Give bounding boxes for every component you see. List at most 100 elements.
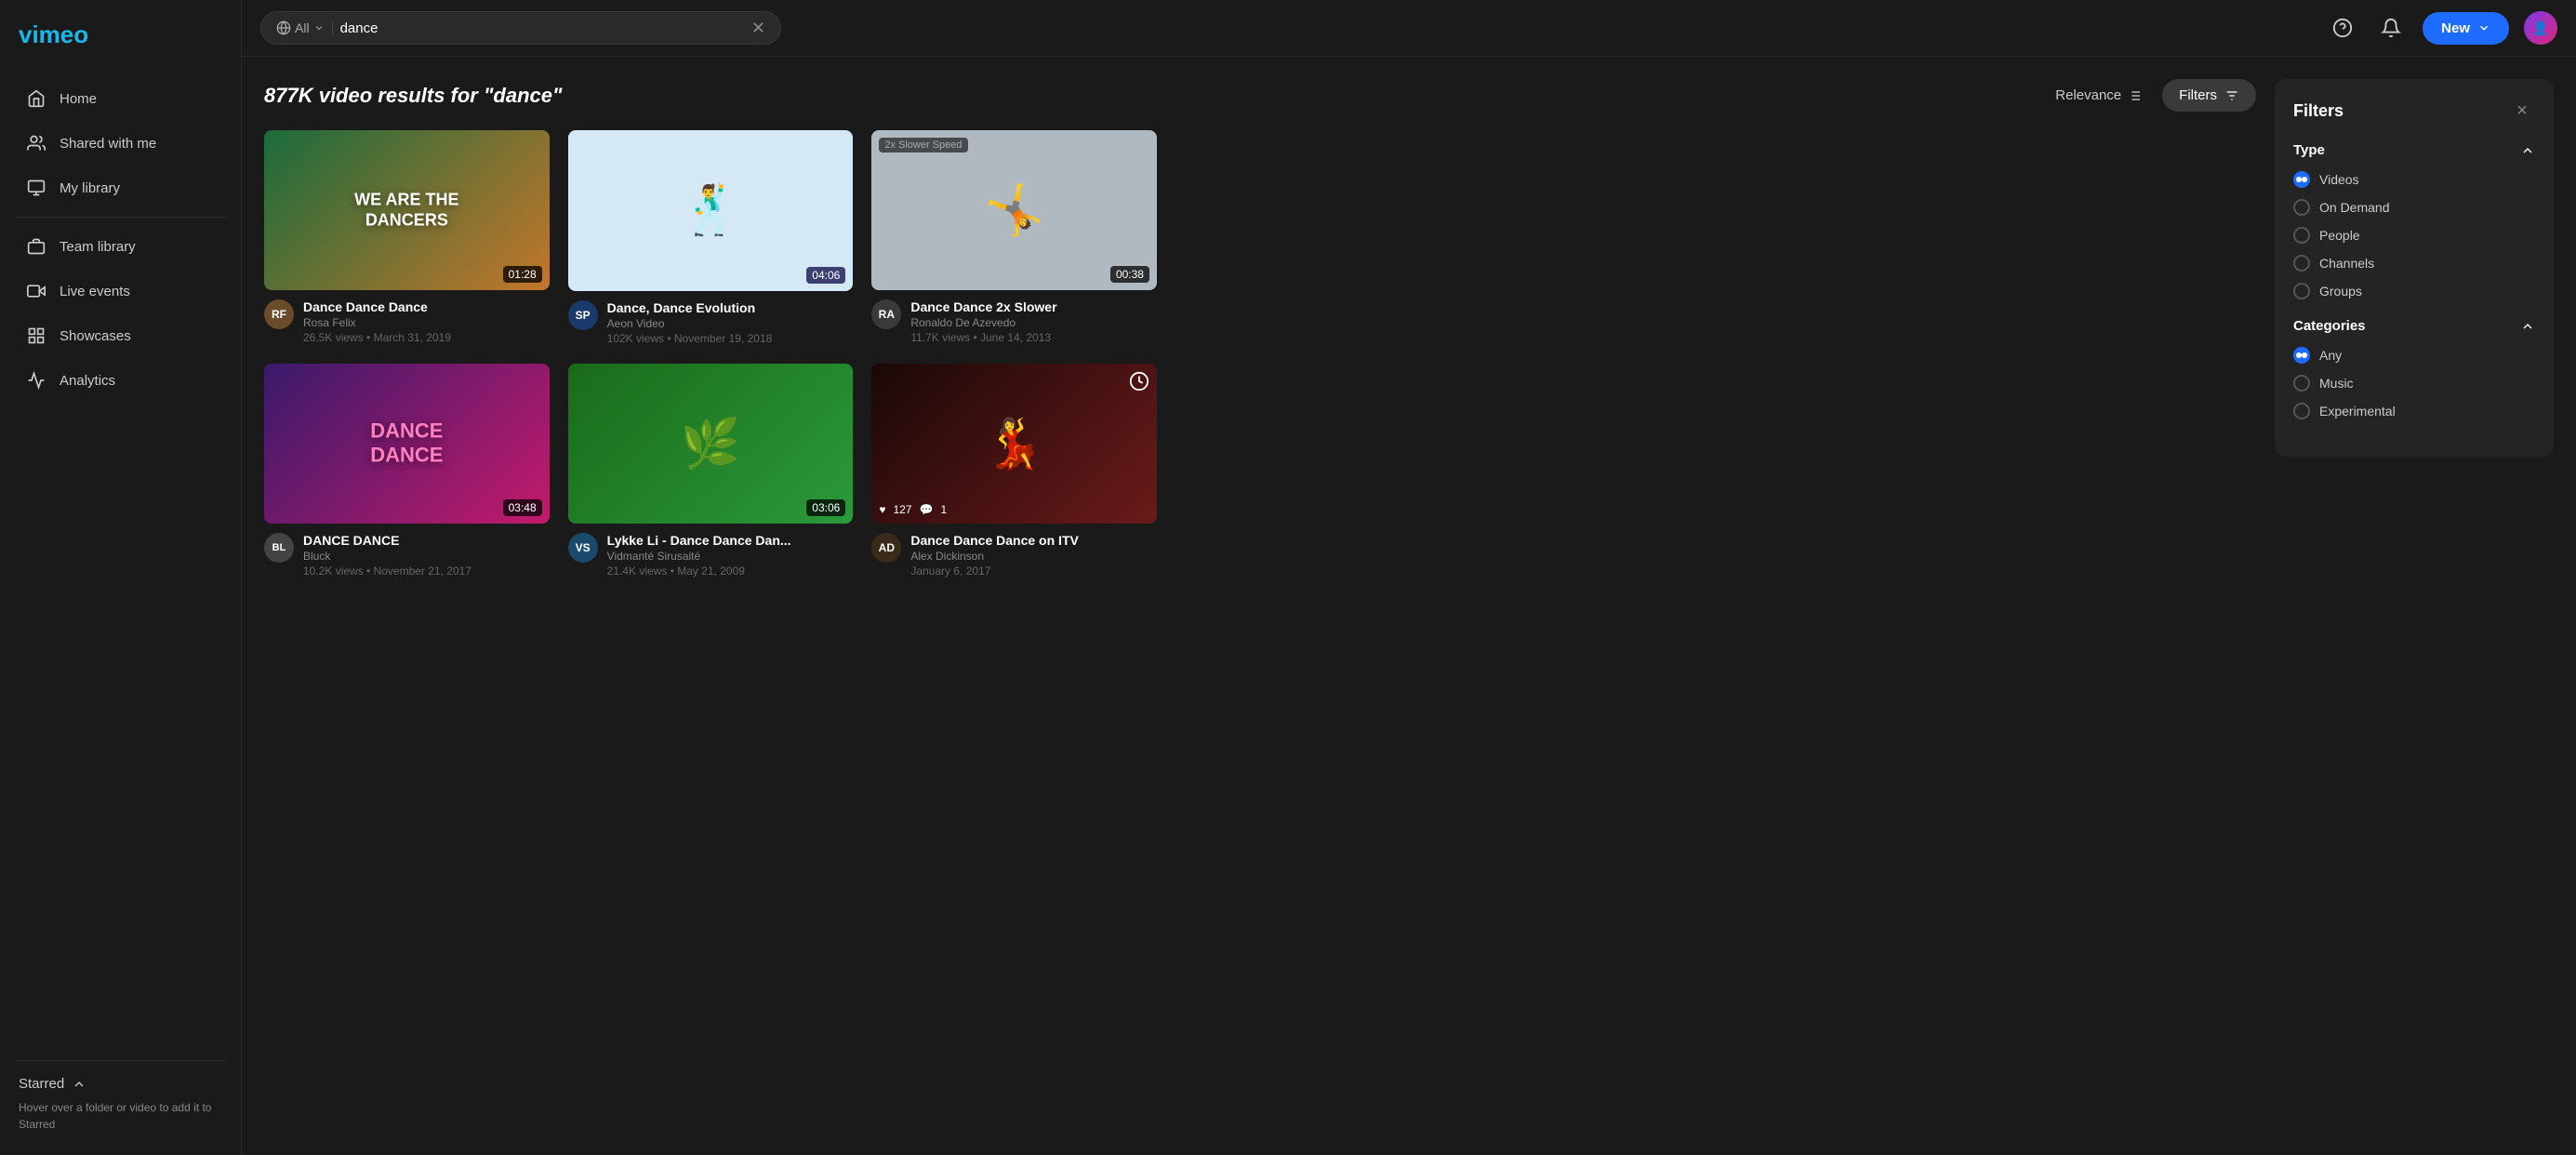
logo[interactable]: vimeo <box>0 15 241 75</box>
video-grid: WE ARE THEDANCERS 01:28 RF Dance Dance D… <box>264 130 1157 578</box>
video-thumbnail: 💃 ♥ 127 💬 1 <box>871 364 1157 524</box>
video-thumbnail: DANCE DANCE 03:48 <box>264 364 550 524</box>
results-area: 877K video results for "dance" Relevance… <box>264 79 2256 1133</box>
filter-type-section: Type Videos On Demand People <box>2293 142 2535 299</box>
video-info: Lykke Li - Dance Dance Dan... Vidmanté S… <box>607 533 854 578</box>
author-avatar: BL <box>264 533 294 563</box>
radio-label: Channels <box>2319 256 2374 271</box>
relevance-label: Relevance <box>2055 87 2121 103</box>
video-title: Lykke Li - Dance Dance Dan... <box>607 533 854 548</box>
search-clear-button[interactable]: ✕ <box>751 20 765 36</box>
library-icon <box>26 178 46 198</box>
video-card[interactable]: 🤸 2x Slower Speed 00:38 RA Dance Dance 2… <box>871 130 1157 345</box>
radio-indicator <box>2293 375 2310 392</box>
sidebar-item-shared[interactable]: Shared with me <box>7 122 233 165</box>
comments-count: 1 <box>940 503 947 516</box>
video-title: Dance Dance Dance on ITV <box>910 533 1157 548</box>
filter-categories-section: Categories Any Music Experimental <box>2293 318 2535 419</box>
new-button[interactable]: New <box>2423 12 2509 45</box>
radio-indicator <box>2293 227 2310 244</box>
filters-button[interactable]: Filters <box>2162 79 2256 112</box>
type-option-videos[interactable]: Videos <box>2293 171 2535 188</box>
video-stats: January 6, 2017 <box>910 564 1157 578</box>
filter-icon <box>2224 88 2239 103</box>
video-title: Dance, Dance Evolution <box>607 300 854 315</box>
sidebar-item-analytics[interactable]: Analytics <box>7 359 233 402</box>
team-icon <box>26 236 46 257</box>
sidebar-item-live-events[interactable]: Live events <box>7 270 233 312</box>
type-option-people[interactable]: People <box>2293 227 2535 244</box>
video-author: Vidmanté Sirusaité <box>607 550 854 563</box>
filters-close-button[interactable]: × <box>2509 98 2535 124</box>
video-card[interactable]: WE ARE THEDANCERS 01:28 RF Dance Dance D… <box>264 130 550 345</box>
sidebar-item-home[interactable]: Home <box>7 77 233 120</box>
category-option-music[interactable]: Music <box>2293 375 2535 392</box>
relevance-button[interactable]: Relevance <box>2042 80 2155 111</box>
radio-label: Experimental <box>2319 404 2396 418</box>
help-button[interactable] <box>2326 11 2359 45</box>
categories-section-title: Categories <box>2293 318 2366 334</box>
radio-label: On Demand <box>2319 200 2389 215</box>
starred-hint: Hover over a folder or video to add it t… <box>19 1099 222 1133</box>
chevron-down-icon <box>313 22 325 33</box>
sidebar-item-label: Team library <box>60 239 136 255</box>
video-info: Dance, Dance Evolution Aeon Video 102K v… <box>607 300 854 345</box>
video-card[interactable]: 🌿 03:06 VS Lykke Li - Dance Dance Dan...… <box>568 364 854 578</box>
video-title: DANCE DANCE <box>303 533 550 548</box>
sidebar-item-showcases[interactable]: Showcases <box>7 314 233 357</box>
sidebar-item-label: Home <box>60 91 97 107</box>
type-section-header[interactable]: Type <box>2293 142 2535 158</box>
filters-button-label: Filters <box>2179 87 2217 103</box>
sidebar-item-label: Showcases <box>60 328 131 344</box>
sidebar: vimeo Home Shared with me My library <box>0 0 242 1155</box>
video-duration: 03:06 <box>806 499 845 516</box>
video-card[interactable]: 💃 ♥ 127 💬 1 AD Dance Dance Dance on ITV <box>871 364 1157 578</box>
type-option-on-demand[interactable]: On Demand <box>2293 199 2535 216</box>
categories-radio-group: Any Music Experimental <box>2293 347 2535 419</box>
video-author: Ronaldo De Azevedo <box>910 316 1157 329</box>
video-author: Aeon Video <box>607 317 854 330</box>
avatar[interactable]: 👤 <box>2524 11 2557 45</box>
category-option-any[interactable]: Any <box>2293 347 2535 364</box>
category-option-experimental[interactable]: Experimental <box>2293 403 2535 419</box>
radio-indicator <box>2293 403 2310 419</box>
starred-label: Starred <box>19 1076 64 1092</box>
analytics-icon <box>26 370 46 391</box>
search-input[interactable] <box>340 20 744 36</box>
help-icon <box>2332 18 2353 38</box>
results-header: 877K video results for "dance" Relevance… <box>264 79 2256 112</box>
author-avatar: VS <box>568 533 598 563</box>
video-card[interactable]: 🕺 04:06 SP Dance, Dance Evolution Aeon V… <box>568 130 854 345</box>
globe-icon <box>276 20 291 35</box>
author-avatar: AD <box>871 533 901 563</box>
search-scope-label: All <box>295 20 310 35</box>
video-author: Bluck <box>303 550 550 563</box>
video-meta: RA Dance Dance 2x Slower Ronaldo De Azev… <box>871 299 1157 344</box>
search-scope[interactable]: All <box>276 20 333 35</box>
search-bar[interactable]: All ✕ <box>260 11 781 45</box>
type-option-channels[interactable]: Channels <box>2293 255 2535 272</box>
type-option-groups[interactable]: Groups <box>2293 283 2535 299</box>
new-button-label: New <box>2441 20 2470 36</box>
video-thumbnail: 🕺 04:06 <box>568 130 854 291</box>
sidebar-item-team-library[interactable]: Team library <box>7 225 233 268</box>
video-info: DANCE DANCE Bluck 10.2K views • November… <box>303 533 550 578</box>
notifications-button[interactable] <box>2374 11 2408 45</box>
filters-panel-header: Filters × <box>2293 98 2535 124</box>
video-card[interactable]: DANCE DANCE 03:48 BL DANCE DANCE Bluck 1… <box>264 364 550 578</box>
categories-section-header[interactable]: Categories <box>2293 318 2535 334</box>
radio-indicator <box>2293 199 2310 216</box>
sidebar-item-my-library[interactable]: My library <box>7 166 233 209</box>
radio-label: Any <box>2319 348 2342 363</box>
showcase-icon <box>26 325 46 346</box>
video-thumbnail: 🤸 2x Slower Speed 00:38 <box>871 130 1157 290</box>
video-meta: SP Dance, Dance Evolution Aeon Video 102… <box>568 300 854 345</box>
chevron-up-icon <box>2520 143 2535 158</box>
video-meta: AD Dance Dance Dance on ITV Alex Dickins… <box>871 533 1157 578</box>
video-stats: 10.2K views • November 21, 2017 <box>303 564 550 578</box>
topbar: All ✕ New 👤 <box>242 0 2576 57</box>
results-query: "dance" <box>484 84 562 107</box>
radio-indicator <box>2293 347 2310 364</box>
starred-header[interactable]: Starred <box>19 1076 222 1092</box>
video-stats: 26.5K views • March 31, 2019 <box>303 331 550 344</box>
